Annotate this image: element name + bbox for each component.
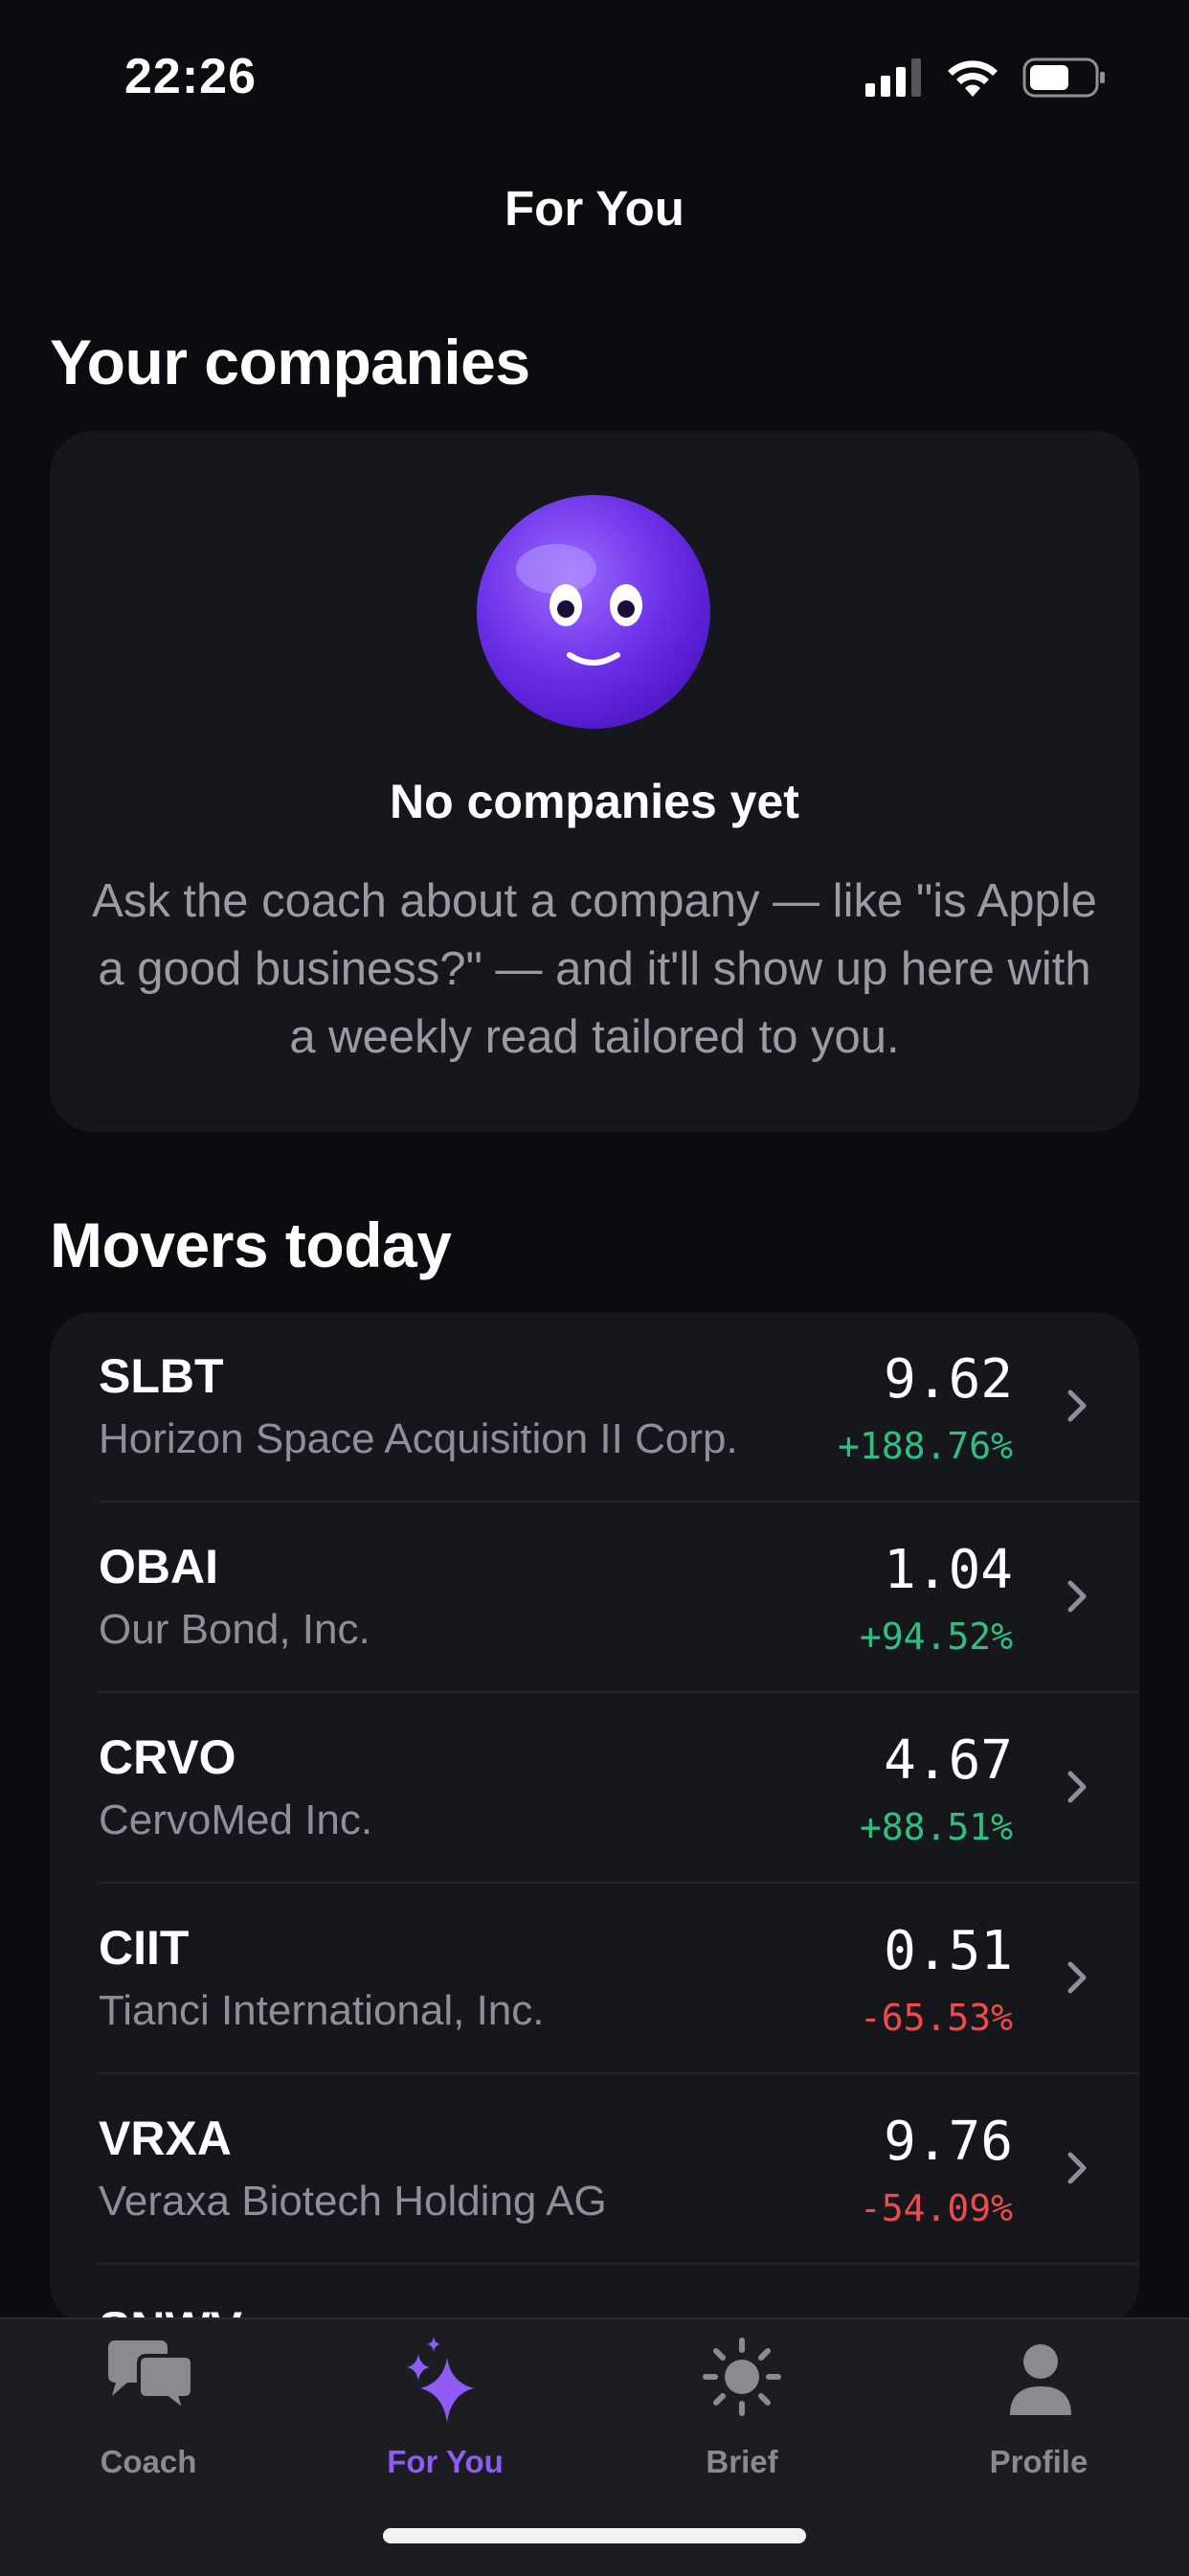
status-icons [865,57,1107,98]
person-icon [1010,2344,1071,2415]
movers-list: SLBT Horizon Space Acquisition II Corp. … [50,1312,1139,2327]
sparkles-icon [407,2337,474,2423]
page-title: For You [505,181,684,236]
chevron-right-icon [1067,1961,1087,1994]
chevron-right-icon [1067,1390,1087,1422]
mover-change: -65.53% [859,1997,1013,2039]
sun-icon [703,2338,781,2416]
mover-change: -54.09% [859,2187,1013,2229]
home-indicator [383,2528,806,2543]
mascot-icon [477,495,710,729]
empty-state-title: No companies yet [390,775,799,828]
tab-label: Brief [706,2444,778,2479]
mover-ticker: CRVO [99,1730,236,1784]
tab-label: For You [387,2444,504,2479]
chat-bubbles-icon [108,2340,194,2417]
mover-row-obai[interactable]: OBAI Our Bond, Inc. 1.04 +94.52% [50,1503,1139,1693]
mover-change: +88.51% [859,1806,1013,1848]
status-time: 22:26 [124,49,257,104]
mover-price: 1.04 [884,1539,1013,1601]
mover-row-ciit[interactable]: CIIT Tianci International, Inc. 0.51 -65… [50,1884,1139,2074]
chevron-right-icon [1067,2152,1087,2184]
mover-ticker: SLBT [99,1349,224,1403]
movers-heading: Movers today [50,1209,452,1280]
mover-price: 0.51 [884,1920,1013,1982]
mover-company-name: Horizon Space Acquisition II Corp. [99,1415,738,1462]
chevron-right-icon [1067,1771,1087,1803]
tab-for-you[interactable]: For You [297,2319,594,2492]
mover-price: 9.76 [884,2111,1013,2173]
mover-ticker: OBAI [99,1540,218,1593]
mover-price: 4.67 [884,1729,1013,1792]
mover-change: +188.76% [837,1425,1013,1467]
cellular-signal-icon [865,58,921,97]
tab-profile[interactable]: Profile [890,2319,1187,2492]
battery-icon [1022,57,1105,98]
mover-row-slbt[interactable]: SLBT Horizon Space Acquisition II Corp. … [50,1312,1139,1503]
mover-company-name: Our Bond, Inc. [99,1606,370,1653]
tab-label: Coach [100,2444,197,2479]
tab-coach[interactable]: Coach [0,2319,297,2492]
mover-ticker: CIIT [99,1921,190,1975]
your-companies-heading: Your companies [50,327,530,397]
empty-state-card: No companies yet Ask the coach about a c… [50,431,1139,1132]
tab-brief[interactable]: Brief [594,2319,890,2492]
empty-state-description: Ask the coach about a company — like "is… [92,875,1097,1063]
mover-row-vrxa[interactable]: VRXA Veraxa Biotech Holding AG 9.76 -54.… [50,2074,1139,2265]
mover-company-name: Veraxa Biotech Holding AG [99,2178,607,2225]
mover-price: 9.62 [884,1348,1013,1411]
mover-ticker: VRXA [99,2112,232,2165]
chevron-right-icon [1067,1580,1087,1613]
tab-label: Profile [989,2444,1088,2479]
wifi-icon [948,60,998,97]
mover-change: +94.52% [859,1616,1013,1658]
mover-company-name: CervoMed Inc. [99,1796,373,1843]
mover-row-crvo[interactable]: CRVO CervoMed Inc. 4.67 +88.51% [50,1693,1139,1884]
status-bar: 22:26 [0,0,1189,153]
mover-company-name: Tianci International, Inc. [99,1987,545,2034]
